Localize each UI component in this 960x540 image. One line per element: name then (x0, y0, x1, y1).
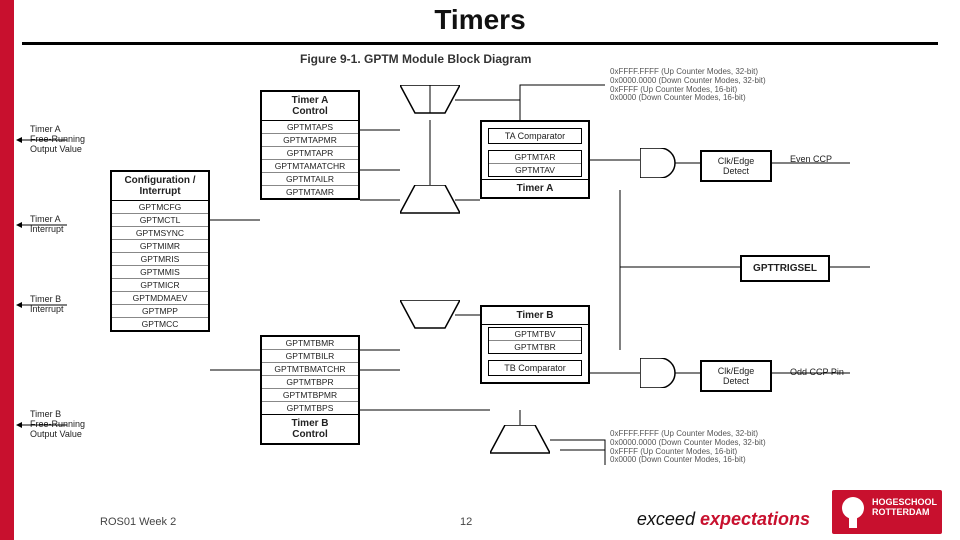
block-timer-b: Timer B GPTMTBV GPTMTBR TB Comparator (480, 305, 590, 384)
reg-item: GPTMTAMR (262, 186, 358, 198)
logo-hogeschool-rotterdam: HOGESCHOOLROTTERDAM (832, 490, 942, 534)
block-gpttrigsel: GPTTRIGSEL (740, 255, 830, 282)
reg-item: GPTMICR (112, 279, 208, 292)
figure-caption: Figure 9-1. GPTM Module Block Diagram (300, 52, 531, 66)
and-gate-a (640, 148, 680, 178)
tagline-b: expectations (700, 509, 810, 529)
reg-item: GPTMCFG (112, 201, 208, 214)
timer-b-control-title: Timer BControl (262, 414, 358, 443)
reg-item: GPTMSYNC (112, 227, 208, 240)
reg-item: GPTMTAR (489, 151, 581, 164)
mux-mid-a (400, 185, 460, 215)
block-clk-edge-a: Clk/EdgeDetect (700, 150, 772, 182)
reg-item: GPTMDMAEV (112, 292, 208, 305)
reg-item: GPTMTBV (489, 328, 581, 341)
tb-comparator: TB Comparator (488, 360, 582, 376)
reg-item: GPTMTAMATCHR (262, 160, 358, 173)
page-title: Timers (0, 4, 960, 36)
timer-b-control-regs: GPTMTBMR GPTMTBILR GPTMTBMATCHR GPTMTBPR… (262, 337, 358, 414)
title-rule (22, 42, 938, 45)
mux-bottom-b (490, 425, 550, 455)
reg-item: GPTMIMR (112, 240, 208, 253)
reg-item: GPTMRIS (112, 253, 208, 266)
reg-item: GPTMTBPR (262, 376, 358, 389)
reg-item: GPTMTBMATCHR (262, 363, 358, 376)
label-modes-bottom: 0xFFFF.FFFF (Up Counter Modes, 32-bit) 0… (610, 430, 860, 465)
reg-item: GPTMTBILR (262, 350, 358, 363)
reg-item: GPTMTAPS (262, 121, 358, 134)
block-timer-a-control: Timer AControl GPTMTAPS GPTMTAPMR GPTMTA… (260, 90, 360, 200)
reg-item: GPTMTBPS (262, 402, 358, 414)
timer-a-control-title: Timer AControl (262, 92, 358, 120)
label-odd-ccp: Odd CCP Pin (790, 368, 844, 378)
mux-top-a (400, 85, 460, 115)
reg-item: GPTMMIS (112, 266, 208, 279)
reg-item: GPTMTAV (489, 164, 581, 176)
footer-course: ROS01 Week 2 (100, 516, 176, 528)
block-config-interrupt: Configuration /Interrupt GPTMCFG GPTMCTL… (110, 170, 210, 332)
block-clk-edge-b: Clk/EdgeDetect (700, 360, 772, 392)
reg-item: GPTMTBR (489, 341, 581, 353)
reg-item: GPTMTAPR (262, 147, 358, 160)
timer-a-title: Timer A (482, 179, 588, 197)
label-modes-top: 0xFFFF.FFFF (Up Counter Modes, 32-bit) 0… (610, 68, 860, 103)
block-config-regs: GPTMCFG GPTMCTL GPTMSYNC GPTMIMR GPTMRIS… (112, 200, 208, 330)
reg-item: GPTMTBPMR (262, 389, 358, 402)
reg-item: GPTMTBMR (262, 337, 358, 350)
logo-text: HOGESCHOOLROTTERDAM (872, 498, 937, 518)
reg-item: GPTMCC (112, 318, 208, 330)
tagline-a: exceed (637, 509, 700, 529)
timer-b-regs: GPTMTBV GPTMTBR (488, 327, 582, 354)
ta-comparator: TA Comparator (488, 128, 582, 144)
mode-line: 0x0000 (Down Counter Modes, 16-bit) (610, 456, 860, 465)
footer-page-number: 12 (460, 516, 472, 528)
label-even-ccp: Even CCP (790, 155, 832, 165)
reg-item: GPTMPP (112, 305, 208, 318)
reg-item: GPTMCTL (112, 214, 208, 227)
reg-item: GPTMTAPMR (262, 134, 358, 147)
timer-b-title: Timer B (482, 307, 588, 325)
timer-a-control-regs: GPTMTAPS GPTMTAPMR GPTMTAPR GPTMTAMATCHR… (262, 120, 358, 198)
mux-mid-b (400, 300, 460, 330)
reg-item: GPTMTAILR (262, 173, 358, 186)
block-timer-a: TA Comparator GPTMTAR GPTMTAV Timer A (480, 120, 590, 199)
logo-icon (838, 494, 868, 530)
block-config-title: Configuration /Interrupt (112, 172, 208, 200)
block-diagram: Timer AFree-RunningOutput Value Timer AI… (60, 70, 900, 490)
timer-a-regs: GPTMTAR GPTMTAV (488, 150, 582, 177)
footer-tagline: exceed expectations (637, 509, 810, 530)
block-timer-b-control: GPTMTBMR GPTMTBILR GPTMTBMATCHR GPTMTBPR… (260, 335, 360, 445)
and-gate-b (640, 358, 680, 388)
left-arrows (12, 70, 72, 470)
mode-line: 0x0000 (Down Counter Modes, 16-bit) (610, 94, 860, 103)
